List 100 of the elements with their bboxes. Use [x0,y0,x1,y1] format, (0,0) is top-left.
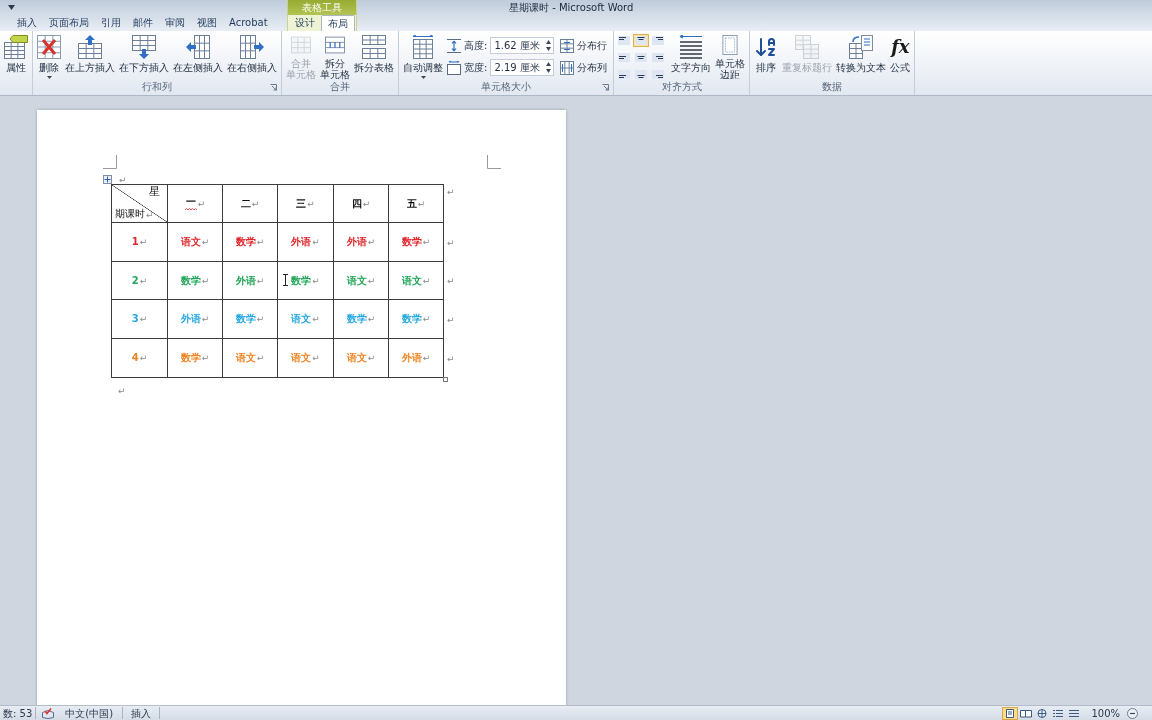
properties-button[interactable]: 属性 [2,33,30,80]
page-icon [1004,708,1017,718]
paragraph-mark: ↵ [447,353,455,364]
cell-align-icon [635,36,648,45]
cell-text: 数学 [180,274,201,287]
alignment-button[interactable] [633,34,650,47]
zoom-out-icon[interactable] [1127,707,1138,719]
sort-button[interactable]: 排序 [752,33,781,80]
alignment-button[interactable] [650,34,667,47]
ribbon-tab[interactable]: Acrobat [223,15,274,31]
paragraph-mark: ↵ [256,237,265,247]
table-arrow-down-icon [132,35,156,59]
spin-arrows-icon[interactable] [546,40,552,51]
paragraph-mark: ↵ [201,237,210,247]
table-move-handle[interactable] [103,175,112,184]
text-direction-button[interactable]: 文字方向 [669,33,714,80]
paragraph-mark: ↵ [422,353,431,363]
cell-text: 数学 [291,274,312,287]
convert-table-icon [849,35,874,59]
paragraph-mark: ↵ [256,353,265,363]
alignment-button[interactable] [616,34,633,47]
cell-text: 外语 [346,236,367,248]
delete-button[interactable]: 删除 [35,33,63,80]
paragraph-mark: ↵ [118,386,126,396]
paragraph-mark: ↵ [422,314,431,324]
alignment-button[interactable] [650,51,667,64]
split-cells-button[interactable]: 拆分 单元格 [318,33,352,80]
paragraph-mark: ↵ [312,314,320,324]
alignment-button[interactable] [633,51,650,64]
table-resize-handle[interactable] [443,377,448,382]
alignment-button[interactable] [633,68,650,81]
insert-right-button[interactable]: 在右侧插入 [225,33,279,80]
cell-margins-button[interactable]: 单元格 边距 [713,33,748,80]
convert-to-text-button[interactable]: 转换为文本 [834,33,889,80]
alignment-button[interactable] [616,68,633,81]
view-button[interactable] [1002,706,1019,720]
cell-align-icon [618,70,631,79]
paragraph-mark: ↵ [447,187,455,197]
quick-access-menu-icon[interactable] [8,5,15,10]
ribbon-tab[interactable]: 引用 [95,15,127,31]
cell-text: 数学 [346,313,367,325]
cell-text: 语文 [346,274,367,287]
word-count[interactable]: 数: 53 [0,706,36,720]
ribbon-tab[interactable]: 页面布局 [43,15,95,31]
cell-align-icon [618,36,631,45]
width-field[interactable]: 2.19 厘米 [490,59,555,76]
insert-mode-status[interactable]: 插入 [123,706,160,720]
paragraph-mark: ↵ [119,174,127,185]
cell-text: 五 [406,197,417,210]
row-height-icon [447,38,461,53]
paragraph-mark: ↵ [201,275,210,286]
table-autofit-icon [411,35,435,59]
paragraph-mark: ↵ [312,353,320,363]
paragraph-mark: ↵ [417,198,426,209]
split-table-button[interactable]: 拆分表格 [352,33,396,80]
cell-text: 数学 [235,236,256,248]
distribute-columns-icon [560,60,575,75]
spin-arrows-icon[interactable] [546,62,552,73]
globe-icon [1036,708,1049,718]
cell-text: 四 [351,197,362,210]
language-status[interactable]: 中文(中国) [62,706,117,720]
paragraph-mark: ↵ [447,276,455,286]
ribbon-tab[interactable]: 布局 [321,15,355,31]
alignment-button[interactable] [616,51,633,64]
paragraph-mark: ↵ [201,314,210,324]
dialog-launcher-icon[interactable] [602,83,610,91]
ribbon-tab[interactable]: 邮件 [127,15,159,31]
book-check-icon[interactable] [42,707,55,719]
distribute-columns-button[interactable]: 分布列 [558,58,610,77]
insert-left-button[interactable]: 在左侧插入 [171,33,225,80]
alignment-button[interactable] [650,68,667,81]
zoom-level[interactable]: 100% [1088,706,1123,720]
cell-text: 数学 [180,352,201,364]
cell-text: 语文 [401,274,422,287]
group-label: 行和列 [142,81,172,93]
ribbon-tab[interactable]: 审阅 [159,15,191,31]
margin-mark [487,155,501,169]
cell-text: 数学 [235,313,256,325]
distribute-rows-button[interactable]: 分布行 [558,36,610,55]
paragraph-mark: ↵ [362,198,371,209]
autofit-button[interactable]: 自动调整 [401,33,445,80]
height-field[interactable]: 1.62 厘米 [490,37,555,54]
split-table-icon [362,35,386,59]
insert-below-button[interactable]: 在下方插入 [117,33,171,80]
text-lines-icon [679,35,704,59]
ribbon-tab[interactable]: 设计 [289,15,321,31]
ribbon-tab[interactable]: 插入 [11,15,43,31]
paragraph-mark: ↵ [256,275,265,286]
paragraph-mark: ↵ [256,314,265,324]
distribute-rows-icon [560,38,575,53]
formula-button[interactable]: fx 公式 [888,33,913,80]
cell-text: 外语 [291,236,312,248]
paragraph-mark: ↵ [312,275,320,286]
table-grid-icon [289,35,313,55]
cell-text: 3 [131,313,139,325]
paragraph-mark: ↵ [201,353,210,363]
paragraph-mark: ↵ [367,353,376,363]
ribbon-tab[interactable]: 视图 [191,15,223,31]
insert-above-button[interactable]: 在上方插入 [63,33,117,80]
dialog-launcher-icon[interactable] [270,83,277,91]
